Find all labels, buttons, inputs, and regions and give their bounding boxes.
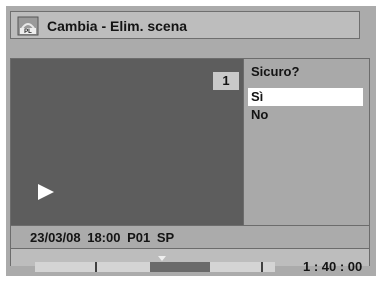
recording-info: 23/03/08 18:00 P01 SP [30,230,175,245]
info-divider [11,225,369,226]
scene-number: 1 [213,72,239,90]
position-cursor[interactable] [158,256,166,261]
time-counter: 1 : 40 : 00 [303,259,363,274]
confirm-question: Sicuro? [251,64,300,79]
page-title: Cambia - Elim. scena [47,18,188,34]
playlist-icon: PL [17,16,39,36]
title-bar: PL Cambia - Elim. scena [10,11,360,39]
option-yes[interactable]: Sì [248,88,363,106]
confirm-menu [244,59,369,225]
selected-segment [150,262,210,272]
progress-track[interactable] [35,256,275,272]
playlist-icon-label: PL [24,29,32,35]
option-no[interactable]: No [248,106,363,124]
chapter-mark [95,262,97,272]
play-icon [38,184,54,200]
chapter-mark [261,262,263,272]
